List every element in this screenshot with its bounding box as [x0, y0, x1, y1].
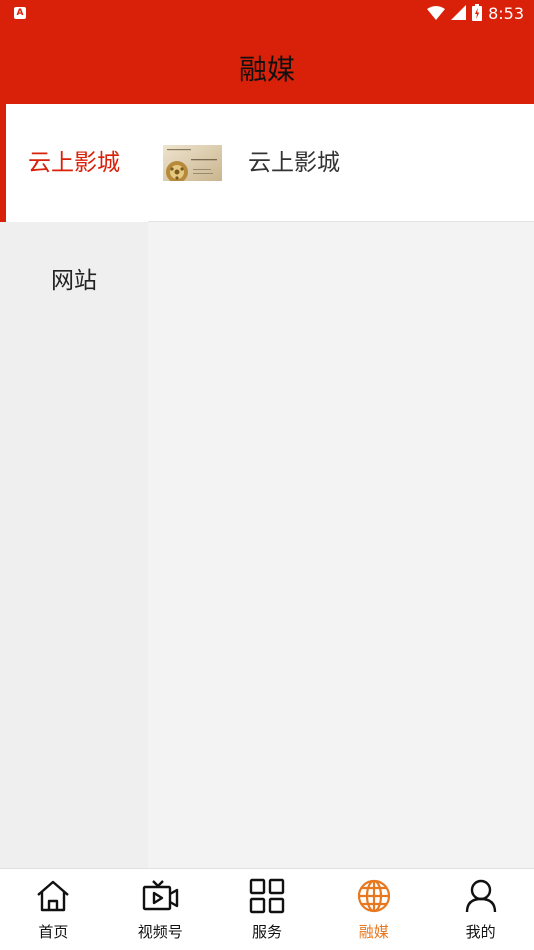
- nav-label: 视频号: [137, 923, 183, 941]
- nav-item-services[interactable]: 服务: [214, 869, 321, 950]
- sidebar-item-label: 云上影城: [28, 150, 120, 176]
- tv-video-icon: [141, 877, 179, 915]
- nav-label: 首页: [38, 923, 69, 941]
- sidebar-item-label: 网站: [51, 268, 97, 294]
- active-indicator: [0, 104, 6, 222]
- category-sidebar: 云上影城 网站: [0, 104, 148, 868]
- nav-item-rongmei[interactable]: 融媒: [320, 869, 427, 950]
- user-icon: [462, 877, 500, 915]
- globe-icon: [355, 877, 393, 915]
- a-badge-icon: A: [14, 7, 26, 19]
- battery-icon: [472, 3, 483, 25]
- list-item-yunshang-cinema[interactable]: 云上影城: [148, 104, 534, 222]
- sidebar-item-yunshang-cinema[interactable]: 云上影城: [0, 104, 148, 222]
- sidebar-item-website[interactable]: 网站: [0, 222, 148, 340]
- nav-label: 我的: [465, 923, 496, 941]
- status-time: 8:53: [488, 4, 524, 23]
- home-icon: [34, 877, 72, 915]
- nav-item-mine[interactable]: 我的: [427, 869, 534, 950]
- wifi-icon: [427, 5, 446, 24]
- grid-icon: [248, 877, 286, 915]
- nav-item-home[interactable]: 首页: [0, 869, 107, 950]
- app-header: 融媒: [0, 28, 534, 104]
- page-title: 融媒: [238, 53, 295, 86]
- nav-item-video[interactable]: 视频号: [107, 869, 214, 950]
- bottom-nav: 首页 视频号 服务 融媒 我的: [0, 868, 534, 950]
- list-item-label: 云上影城: [248, 150, 340, 176]
- film-reel-thumbnail: [163, 145, 222, 181]
- status-bar: A 8:53: [0, 0, 534, 28]
- content-area: 云上影城: [148, 104, 534, 868]
- nav-label: 服务: [251, 923, 282, 941]
- signal-icon: [451, 4, 467, 24]
- status-indicators: 8:53: [427, 3, 524, 25]
- nav-label: 融媒: [358, 923, 389, 941]
